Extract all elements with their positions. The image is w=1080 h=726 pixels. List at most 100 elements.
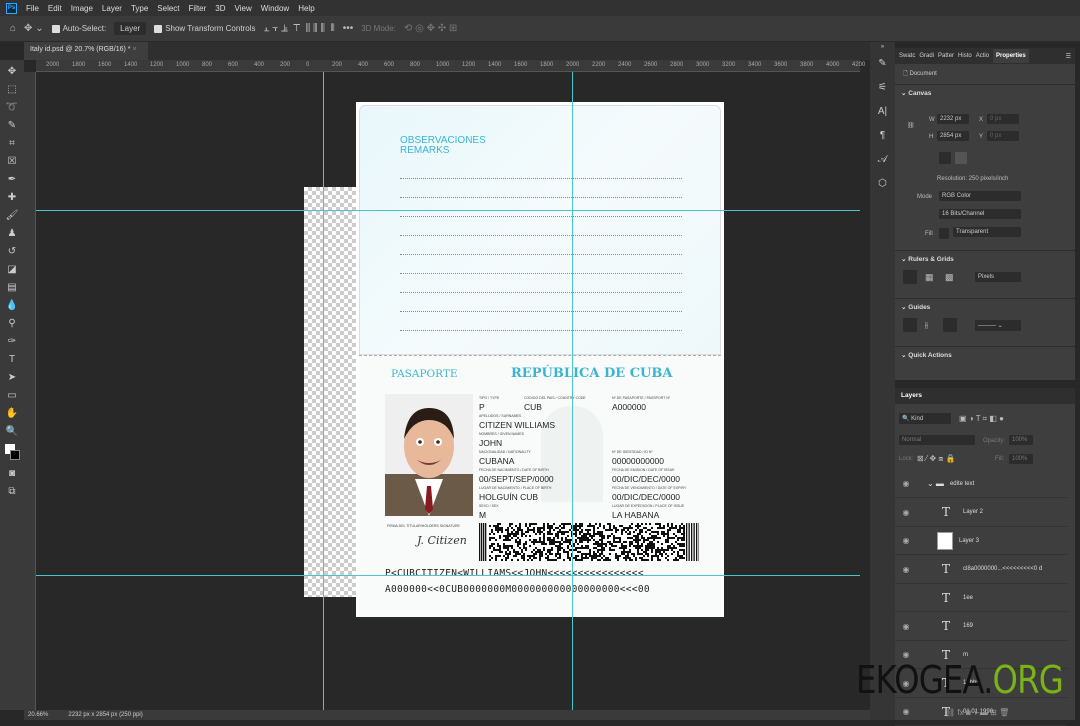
color-swatches-icon[interactable] [4,442,20,464]
healing-tool-icon[interactable]: ✚ [4,190,20,206]
canvas-section[interactable]: ⌄ Canvas [895,84,1075,101]
type-tool-icon[interactable]: T [4,352,20,368]
menu-image[interactable]: Image [71,4,93,13]
tab-patterns[interactable]: Patter [938,53,954,59]
bit-depth-dropdown[interactable]: 16 Bits/Channel [939,209,1021,219]
menu-3d[interactable]: 3D [215,4,225,13]
adjustments-icon[interactable]: ⚟ [870,76,895,100]
lock-icons[interactable]: ⊠ ⁄ ✥ ⧈ 🔒 [917,454,956,464]
layers-tab[interactable]: Layers [895,388,1075,404]
quick-actions-section[interactable]: ⌄ Quick Actions [895,346,1075,363]
layer-row[interactable]: ◉ T Layer 2 [895,499,1067,527]
fill-dropdown[interactable]: Transparent [953,227,1021,237]
layer-row[interactable]: ◉ Layer 3 [895,527,1067,555]
panel-menu-icon[interactable]: ☰ [1066,53,1071,60]
tab-actions[interactable]: Actio [976,53,989,59]
shape-tool-icon[interactable]: ▭ [4,388,20,404]
home-icon[interactable]: ⌂ [10,23,16,34]
more-options-button[interactable]: ••• [343,23,354,34]
glyphs-icon[interactable]: 𝒜 [870,148,895,172]
eyedropper-tool-icon[interactable]: ✒ [4,172,20,188]
visibility-eye-icon[interactable]: ◉ [895,565,917,574]
layer-filter-icons[interactable]: ▣ ◑ T ⌗ ◧ ● [959,414,1004,424]
menu-view[interactable]: View [235,4,252,13]
blur-tool-icon[interactable]: 💧 [4,298,20,314]
horizontal-ruler[interactable]: 2000 1800 1600 1400 1200 1000 800 600 400 200 0 200… [36,60,865,72]
marquee-tool-icon[interactable]: ⬚ [4,82,20,98]
rulers-grids-section[interactable]: ⌄ Rulers & Grids [895,250,1075,267]
layer-footer-icons[interactable]: ⛓ fx ◙ ◑ ▬ ⊞ 🗑 [945,708,1009,717]
visibility-eye-icon[interactable]: ◉ [895,508,917,517]
ruler-toggle-icon[interactable] [903,270,917,284]
fill-field[interactable]: 100% [1009,454,1033,464]
quick-mask-icon[interactable]: ◙ [4,466,20,482]
frame-tool-icon[interactable]: ☒ [4,154,20,170]
lasso-tool-icon[interactable]: ➰ [4,100,20,116]
lock-guides-icon[interactable]: ⫲ [925,320,928,331]
layer-filter-dropdown[interactable]: 🔍 Kind [899,413,951,424]
move-tool-icon[interactable]: ✥ [4,64,20,80]
path-select-tool-icon[interactable]: ➤ [4,370,20,386]
mode-dropdown[interactable]: RGB Color [939,191,1021,201]
landscape-orientation-button[interactable] [955,152,967,164]
3d-icon[interactable]: ⬡ [870,172,895,196]
blend-mode-dropdown[interactable]: Normal [899,435,975,445]
brush-settings-icon[interactable]: ✎ [870,52,895,76]
vertical-ruler[interactable] [24,72,36,710]
layer-row[interactable]: ◉ T 169 [895,613,1067,641]
menu-file[interactable]: File [26,4,39,13]
tab-history[interactable]: Histo [958,53,972,59]
brush-tool-icon[interactable]: 🖌 [4,208,20,224]
menu-select[interactable]: Select [157,4,179,13]
layer-row[interactable]: ◉ ⌄ ▬ edite text [895,470,1067,498]
menu-layer[interactable]: Layer [102,4,122,13]
visibility-eye-icon[interactable]: ◉ [895,707,917,716]
guides-section[interactable]: ⌄ Guides [895,298,1075,315]
y-field[interactable]: 0 px [987,131,1019,141]
gradient-tool-icon[interactable]: ▤ [4,280,20,296]
zoom-level[interactable]: 20.66% [28,712,48,718]
menu-help[interactable]: Help [298,4,314,13]
character-icon[interactable]: A| [870,100,895,124]
stamp-tool-icon[interactable]: ♟ [4,226,20,242]
collapse-icon[interactable]: » [870,42,895,52]
layer-row[interactable]: T 1ee [895,584,1067,612]
height-field[interactable]: 2854 px [937,131,969,141]
move-tool-icon[interactable]: ✥ ⌄ [24,23,44,34]
visibility-eye-icon[interactable]: ◉ [895,536,917,545]
menu-type[interactable]: Type [131,4,148,13]
x-field[interactable]: 0 px [987,114,1019,124]
visibility-eye-icon[interactable]: ◉ [895,622,917,631]
tab-properties[interactable]: Properties [993,49,1029,63]
grid-icon[interactable]: ▦ [925,272,934,283]
guide-style-dropdown[interactable]: ——— ⌄ [975,320,1021,331]
document-tab[interactable]: Italy id.psd @ 20.7% (RGB/16) * × [24,42,148,60]
menu-edit[interactable]: Edit [48,4,62,13]
opacity-field[interactable]: 100% [1009,435,1033,445]
history-brush-icon[interactable]: ↺ [4,244,20,260]
align-icons[interactable]: ⫠ ⫟ ⫡ ⊤ ⫼ ⫼ ⫼ ⫴ [263,23,334,34]
pixel-grid-icon[interactable]: ▩ [945,272,954,283]
3d-tools-icons[interactable]: ⟲ ◎ ✥ ✣ ⊞ [404,23,457,34]
close-tab-icon[interactable]: × [132,46,136,53]
units-dropdown[interactable]: Pixels [975,272,1021,282]
screen-mode-icon[interactable]: ⧉ [4,484,20,500]
quick-select-tool-icon[interactable]: ✎ [4,118,20,134]
auto-select-checkbox[interactable]: Auto-Select: [51,24,106,33]
width-field[interactable]: 2232 px [937,114,969,124]
show-guides-icon[interactable] [903,318,917,332]
canvas-area[interactable]: OBSERVACIONES REMARKS PASAPORTE REPÚBLIC… [36,72,860,710]
menu-window[interactable]: Window [261,4,289,13]
eraser-tool-icon[interactable]: ◪ [4,262,20,278]
crop-tool-icon[interactable]: ⌗ [4,136,20,152]
auto-select-dropdown[interactable]: Layer [114,22,147,35]
portrait-orientation-button[interactable] [939,152,951,164]
show-transform-checkbox[interactable]: Show Transform Controls [154,24,255,33]
pen-tool-icon[interactable]: ✑ [4,334,20,350]
link-icon[interactable]: ⛓ [907,122,915,129]
guide-vertical[interactable] [323,72,324,710]
guide-horizontal[interactable] [36,210,860,211]
fill-swatch[interactable] [939,228,949,239]
hand-tool-icon[interactable]: ✋ [4,406,20,422]
guide-vertical[interactable] [572,72,573,710]
